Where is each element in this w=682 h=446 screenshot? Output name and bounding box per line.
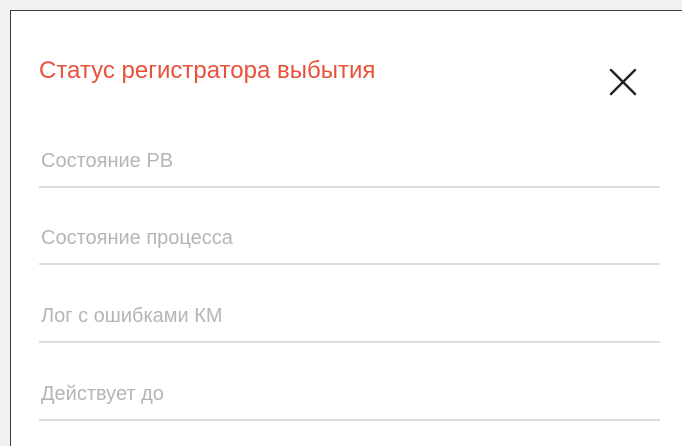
close-icon [609,68,637,96]
registrar-state-field[interactable]: Состояние РВ [39,144,660,188]
close-button[interactable] [607,66,639,98]
valid-until-label: Действует до [41,383,164,405]
error-log-field[interactable]: Лог с ошибками КМ [39,299,660,343]
dialog-title: Статус регистратора выбытия [39,57,376,84]
process-state-field[interactable]: Состояние процесса [39,221,660,265]
process-state-label: Состояние процесса [41,227,233,249]
status-dialog: Статус регистратора выбытия Состояние РВ… [10,10,682,446]
error-log-label: Лог с ошибками КМ [41,305,223,327]
registrar-state-label: Состояние РВ [41,150,174,172]
valid-until-field[interactable]: Действует до [39,377,660,421]
